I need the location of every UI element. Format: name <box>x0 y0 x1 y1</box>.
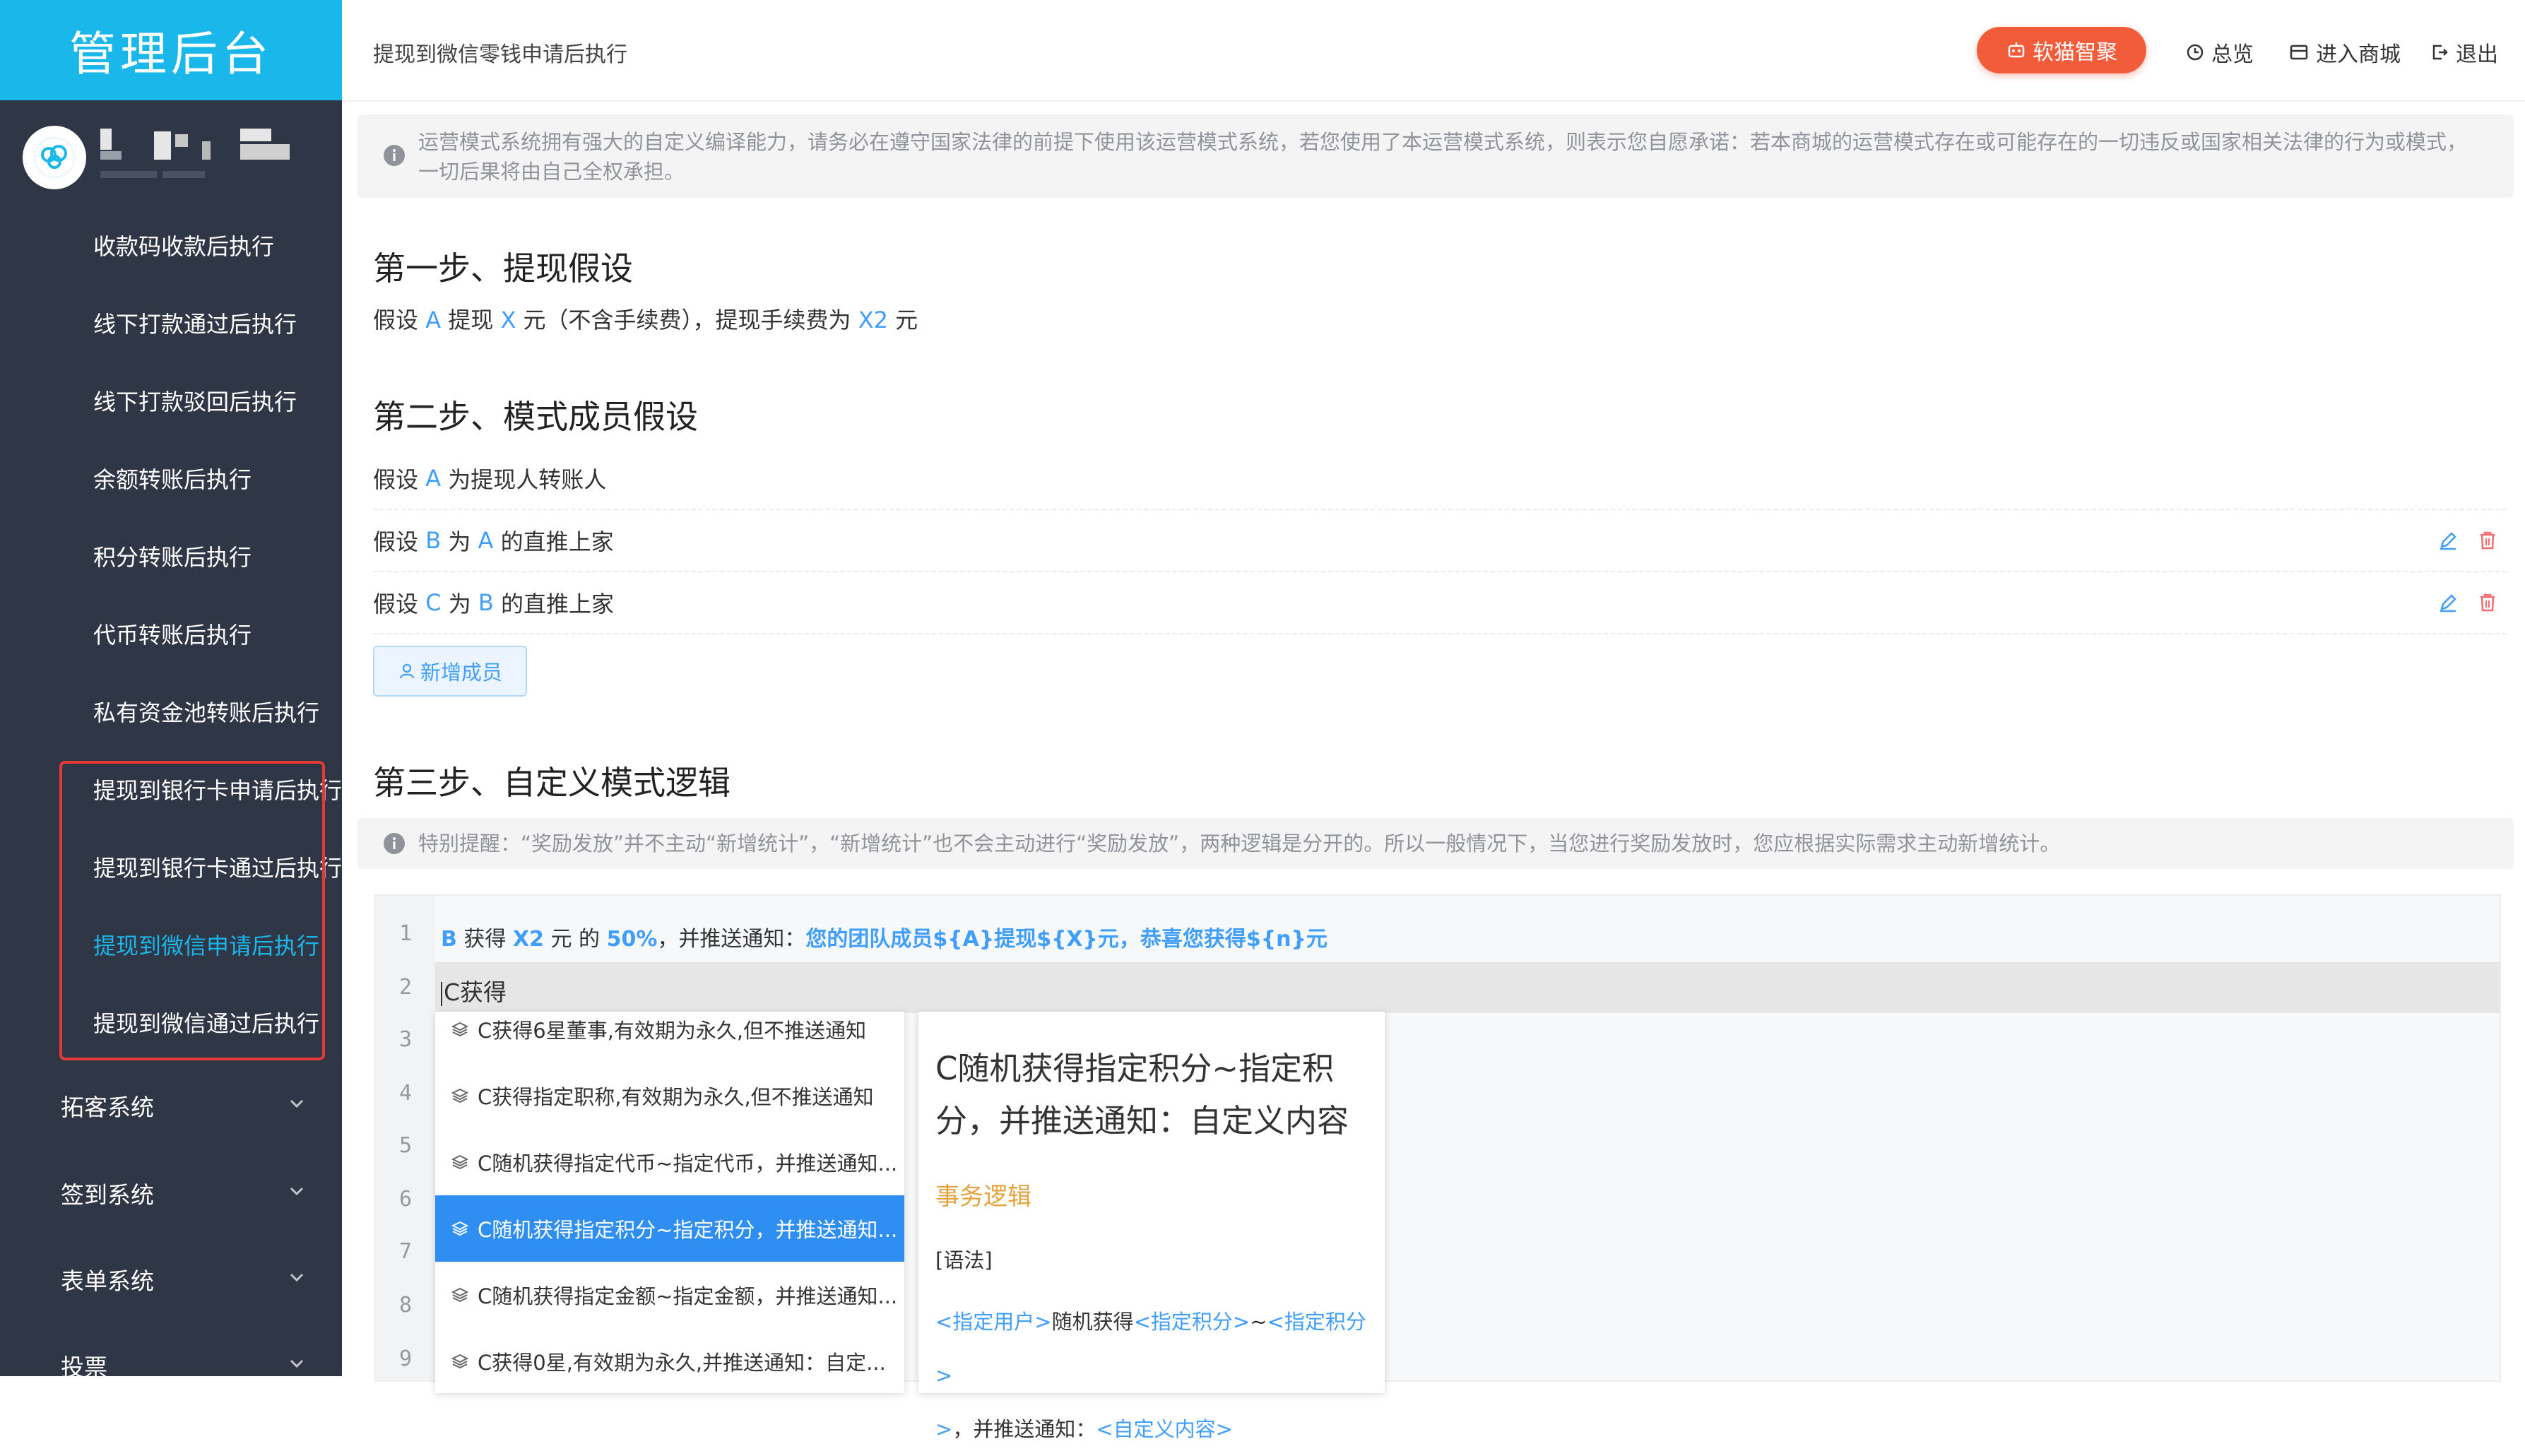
sidebar-item-qrcode[interactable]: 收款码收款后执行 <box>0 206 342 284</box>
sidebar-item-offline-pass[interactable]: 线下打款通过后执行 <box>0 284 342 362</box>
layers-icon <box>451 1022 469 1037</box>
sidebar-group-form[interactable]: 表单系统 <box>0 1241 342 1318</box>
line-number: 2 <box>398 975 413 1000</box>
step1-text: 假设 A 提现 X 元（不含手续费），提现手续费为 X2 元 <box>373 307 918 333</box>
line-number: 1 <box>398 921 413 946</box>
layers-icon <box>451 1287 469 1303</box>
sidebar-item-points-transfer[interactable]: 积分转账后执行 <box>0 517 342 595</box>
active-line-highlight <box>435 962 2500 1013</box>
line-number: 8 <box>398 1293 413 1318</box>
line-number: 5 <box>398 1133 413 1158</box>
sidebar-item-label: 线下打款通过后执行 <box>93 311 297 338</box>
info-icon <box>384 833 405 854</box>
chevron-down-icon <box>290 1187 304 1196</box>
info-icon <box>384 145 405 166</box>
line-number: 4 <box>398 1081 413 1106</box>
top-header: 提现到微信零钱申请后执行 软猫智聚 总览 进入商城 退出 <box>342 0 2525 102</box>
ai-button-label: 软猫智聚 <box>2033 40 2117 65</box>
line-number: 3 <box>398 1027 413 1052</box>
overview-label: 总览 <box>2211 42 2254 67</box>
suggestion-item[interactable]: C获得0星,有效期为永久,并推送通知：自定... <box>435 1328 904 1393</box>
delete-icon[interactable] <box>2476 528 2500 552</box>
logic-notice: 特别提醒：“奖励发放”并不主动“新增统计”，“新增统计”也不会主动进行“奖励发放… <box>357 818 2514 869</box>
logout-icon <box>2432 45 2448 60</box>
breadcrumb: 提现到微信零钱申请后执行 <box>373 42 627 67</box>
legal-notice-text: 运营模式系统拥有强大的自定义编译能力，请务必在遵守国家法律的前提下使用该运营模式… <box>418 130 2468 184</box>
doc-title: C随机获得指定积分~指定积分，并推送通知：自定义内容 <box>935 1050 1349 1140</box>
logic-notice-text: 特别提醒：“奖励发放”并不主动“新增统计”，“新增统计”也不会主动进行“奖励发放… <box>418 831 2061 856</box>
sidebar-item-label: 线下打款驳回后执行 <box>93 389 297 415</box>
step3-title: 第三步、自定义模式逻辑 <box>373 764 731 802</box>
text-caret <box>441 981 442 1006</box>
sidebar-item-balance-transfer[interactable]: 余额转账后执行 <box>0 439 342 517</box>
sidebar-group-customer[interactable]: 拓客系统 <box>0 1067 342 1144</box>
sidebar-item-label: 私有资金池转账后执行 <box>93 699 320 726</box>
layers-icon <box>451 1154 469 1170</box>
mall-label: 进入商城 <box>2316 42 2401 67</box>
sidebar-item-label: 代币转账后执行 <box>93 622 252 649</box>
doc-syntax: <指定用户>随机获得<指定积分>~<指定积分> >，并推送通知：<自定义内容> <box>935 1310 1366 1441</box>
sidebar-item-offline-reject[interactable]: 线下打款驳回后执行 <box>0 362 342 439</box>
doc-category: 事务逻辑 <box>935 1183 1031 1211</box>
step1-title: 第一步、提现假设 <box>373 249 633 288</box>
line-number: 9 <box>398 1346 413 1371</box>
suggestion-item[interactable]: C随机获得指定代币~指定代币，并推送通知... <box>435 1129 904 1195</box>
suggestion-item[interactable]: C随机获得指定金额~指定金额，并推送通知... <box>435 1262 904 1328</box>
edit-icon[interactable] <box>2436 591 2460 615</box>
autocomplete-list: C获得6星董事,有效期为永久,但不推送通知 C获得指定职称,有效期为永久,但不推… <box>435 1012 904 1393</box>
member-row-a: 假设 A 为提现人转账人 <box>373 448 2507 510</box>
logo-icon <box>34 137 75 178</box>
brand-title: 管理后台 <box>0 0 342 100</box>
line-number: 6 <box>398 1187 413 1212</box>
suggestion-item[interactable]: C获得6星董事,有效期为永久,但不推送通知 <box>435 1012 904 1063</box>
sidebar-item-label: 积分转账后执行 <box>93 544 252 571</box>
code-line-2[interactable]: C获得 <box>441 973 507 1007</box>
add-member-label: 新增成员 <box>420 661 502 685</box>
layers-icon <box>451 1354 469 1369</box>
user-bar <box>0 100 342 213</box>
chevron-down-icon <box>290 1099 304 1108</box>
layers-icon <box>451 1221 469 1236</box>
avatar[interactable] <box>23 126 86 189</box>
edit-icon[interactable] <box>2436 528 2460 552</box>
chevron-down-icon <box>290 1359 304 1368</box>
line-number: 7 <box>398 1239 413 1264</box>
logout-label: 退出 <box>2456 42 2498 67</box>
legal-notice: 运营模式系统拥有强大的自定义编译能力，请务必在遵守国家法律的前提下使用该运营模式… <box>357 114 2514 198</box>
sidebar-item-label: 余额转账后执行 <box>93 466 252 493</box>
row-actions <box>2436 591 2500 615</box>
clock-icon <box>2187 44 2204 61</box>
sidebar-item-private-pool[interactable]: 私有资金池转账后执行 <box>0 673 342 750</box>
sidebar: 管理后台 收款码收款后执行 线下打款通过后执行 线下打款驳回后执行 余额转账后执… <box>0 0 342 1376</box>
suggestion-item-selected[interactable]: C随机获得指定积分~指定积分，并推送通知... <box>435 1195 904 1262</box>
code-line-1[interactable]: B 获得 X2 元 的 50%，并推送通知：您的团队成员${A}提现${X}元，… <box>441 921 1327 952</box>
suggestion-item[interactable]: C获得指定职称,有效期为永久,但不推送通知 <box>435 1063 904 1129</box>
sidebar-group-label: 表单系统 <box>61 1267 154 1295</box>
overview-link[interactable]: 总览 <box>2186 37 2254 68</box>
row-actions <box>2436 528 2500 552</box>
sidebar-group-checkin[interactable]: 签到系统 <box>0 1154 342 1232</box>
member-row-c: 假设 C 为 B 的直推上家 <box>373 572 2507 634</box>
member-row-b: 假设 B 为 A 的直推上家 <box>373 510 2507 572</box>
robot-icon <box>2008 42 2025 58</box>
ai-assistant-button[interactable]: 软猫智聚 <box>1977 27 2146 73</box>
layers-icon <box>451 1088 469 1103</box>
sidebar-group-label: 投票 <box>61 1354 107 1376</box>
logout-link[interactable]: 退出 <box>2430 37 2498 68</box>
doc-syntax-label: [语法] <box>935 1248 993 1272</box>
sidebar-item-label: 收款码收款后执行 <box>93 233 275 260</box>
store-icon <box>2290 45 2308 60</box>
sidebar-group-vote[interactable]: 投票 <box>0 1327 342 1376</box>
mall-link[interactable]: 进入商城 <box>2289 37 2401 68</box>
add-member-button[interactable]: 新增成员 <box>373 646 527 697</box>
sidebar-group-label: 签到系统 <box>61 1181 154 1209</box>
chevron-down-icon <box>290 1273 304 1282</box>
step2-title: 第二步、模式成员假设 <box>373 398 698 436</box>
suggestion-doc-panel: C随机获得指定积分~指定积分，并推送通知：自定义内容 事务逻辑 [语法] <指定… <box>918 1012 1385 1441</box>
sidebar-item-token-transfer[interactable]: 代币转账后执行 <box>0 595 342 673</box>
highlight-box <box>59 761 325 1060</box>
delete-icon[interactable] <box>2476 591 2500 615</box>
sidebar-group-label: 拓客系统 <box>61 1094 154 1121</box>
user-icon <box>399 663 415 679</box>
